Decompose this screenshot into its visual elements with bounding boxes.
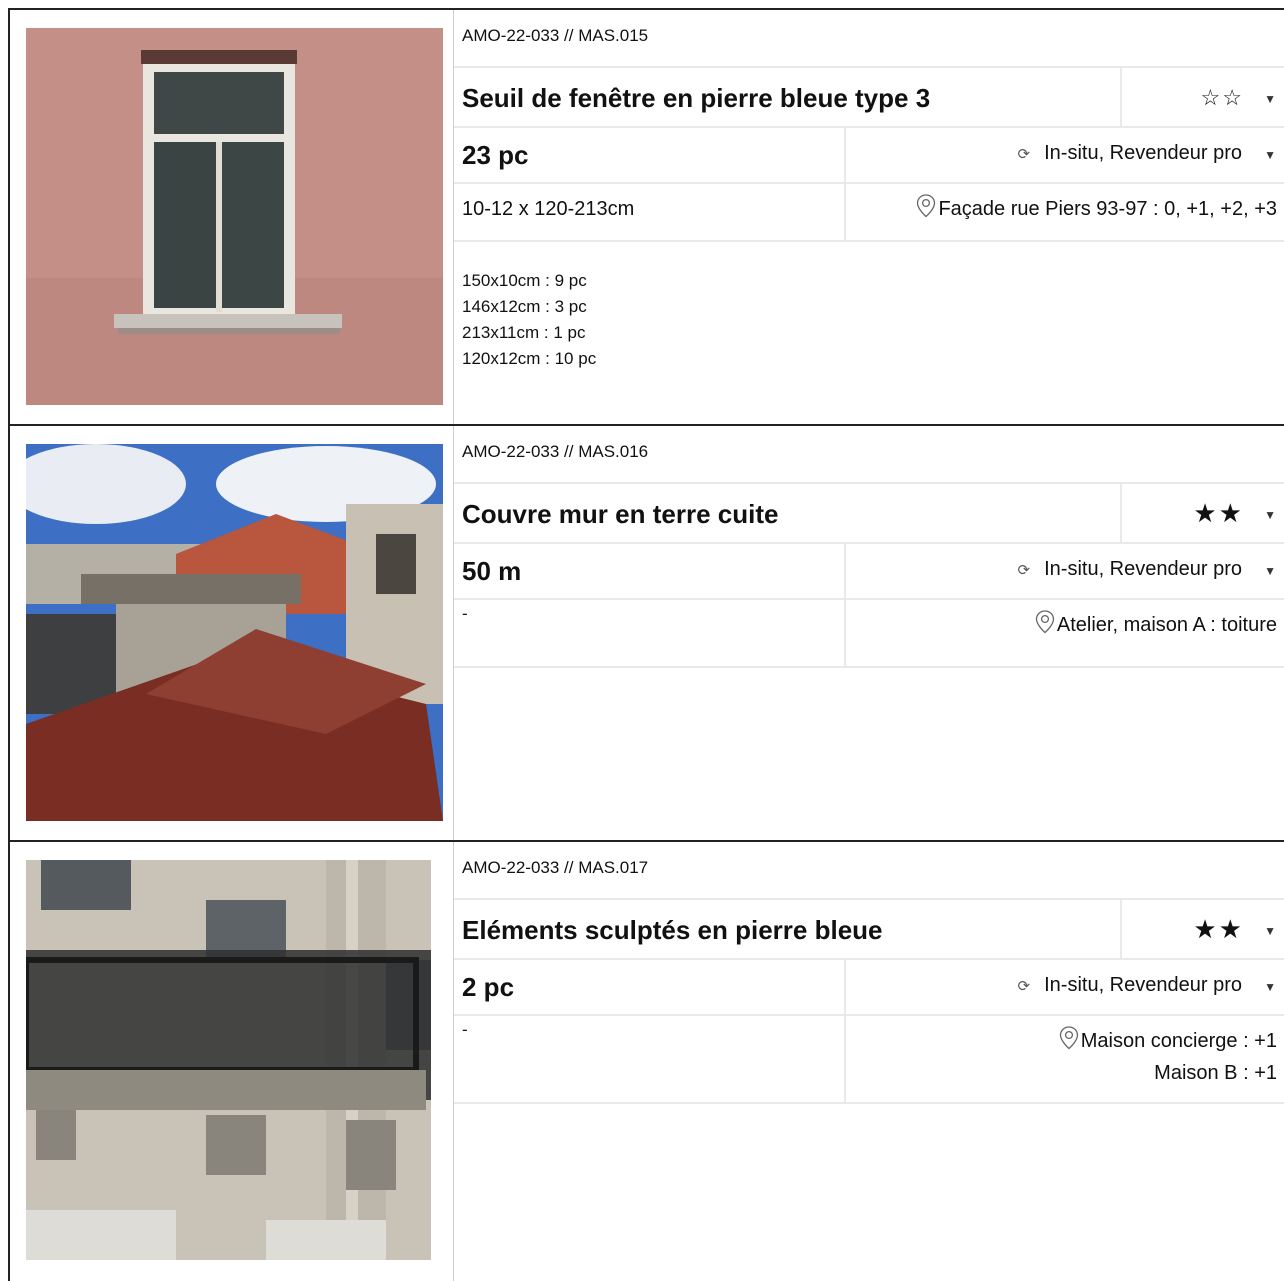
location-line: Façade rue Piers 93-97 : 0, +1, +2, +3 bbox=[938, 198, 1277, 220]
rating-dropdown-caret-icon[interactable]: ▼ bbox=[1264, 92, 1276, 106]
cell-divider bbox=[1120, 68, 1122, 126]
item-title: Seuil de fenêtre en pierre bleue type 3 bbox=[462, 83, 931, 113]
quantity-row: 2 pc ⟳ In-situ, Revendeur pro ▼ bbox=[454, 958, 1284, 1016]
variants-list: 150x10cm : 9 pc 146x12cm : 3 pc 213x11cm… bbox=[462, 268, 596, 372]
item-details: AMO-22-033 // MAS.016 Couvre mur en terr… bbox=[454, 426, 1284, 840]
location-pin-icon bbox=[916, 194, 936, 227]
material-card: AMO-22-033 // MAS.015 Seuil de fenêtre e… bbox=[8, 8, 1284, 424]
item-photo[interactable] bbox=[26, 444, 443, 821]
cell-divider bbox=[844, 542, 846, 598]
availability-label: In-situ, Revendeur pro bbox=[1044, 974, 1242, 996]
title-row: Seuil de fenêtre en pierre bleue type 3 … bbox=[454, 66, 1284, 128]
item-code: AMO-22-033 // MAS.015 bbox=[462, 26, 649, 45]
item-photo[interactable] bbox=[26, 860, 431, 1260]
material-card: AMO-22-033 // MAS.017 Eléments sculptés … bbox=[8, 840, 1284, 1281]
card-left-border bbox=[8, 842, 10, 1281]
availability-dropdown-caret-icon[interactable]: ▼ bbox=[1264, 148, 1276, 162]
location-line: Maison concierge : +1 bbox=[1080, 1030, 1277, 1052]
item-dimensions: - bbox=[462, 604, 468, 623]
item-dimensions: 10-12 x 120-213cm bbox=[462, 198, 635, 220]
location-line: Atelier, maison A : toiture bbox=[1056, 614, 1277, 636]
item-details: AMO-22-033 // MAS.015 Seuil de fenêtre e… bbox=[454, 10, 1284, 424]
rating-stars[interactable]: ★★ bbox=[1193, 498, 1244, 529]
cell-divider bbox=[844, 184, 846, 240]
rating-stars[interactable]: ☆☆ bbox=[1201, 85, 1244, 111]
cell-divider bbox=[844, 600, 846, 666]
refresh-icon: ⟳ bbox=[1017, 145, 1031, 163]
item-title: Eléments sculptés en pierre bleue bbox=[462, 915, 883, 945]
material-card: AMO-22-033 // MAS.016 Couvre mur en terr… bbox=[8, 424, 1284, 840]
quantity-row: 23 pc ⟳ In-situ, Revendeur pro ▼ bbox=[454, 126, 1284, 184]
availability-select[interactable]: ⟳ In-situ, Revendeur pro bbox=[1018, 974, 1242, 997]
cell-divider bbox=[1120, 484, 1122, 542]
item-location: Maison concierge : +1 Maison B : +1 bbox=[1059, 1026, 1277, 1088]
dimensions-row: 10-12 x 120-213cm Façade rue Piers 93-97… bbox=[454, 184, 1284, 242]
title-row: Couvre mur en terre cuite ★★ ▼ bbox=[454, 482, 1284, 544]
variant-line: 213x11cm : 1 pc bbox=[462, 323, 586, 342]
availability-label: In-situ, Revendeur pro bbox=[1044, 558, 1242, 580]
title-row: Eléments sculptés en pierre bleue ★★ ▼ bbox=[454, 898, 1284, 960]
variant-line: 146x12cm : 3 pc bbox=[462, 297, 587, 316]
location-pin-icon bbox=[1059, 1026, 1079, 1059]
cell-divider bbox=[844, 126, 846, 182]
variant-line: 120x12cm : 10 pc bbox=[462, 349, 597, 368]
availability-dropdown-caret-icon[interactable]: ▼ bbox=[1264, 564, 1276, 578]
quantity-row: 50 m ⟳ In-situ, Revendeur pro ▼ bbox=[454, 542, 1284, 600]
dimensions-row: - Maison concierge : +1 Maison B : +1 bbox=[454, 1016, 1284, 1104]
location-line: Maison B : +1 bbox=[1154, 1062, 1277, 1084]
item-location: Façade rue Piers 93-97 : 0, +1, +2, +3 bbox=[916, 194, 1277, 227]
item-photo[interactable] bbox=[26, 28, 443, 405]
rating-stars[interactable]: ★★ bbox=[1193, 914, 1244, 945]
item-details: AMO-22-033 // MAS.017 Eléments sculptés … bbox=[454, 842, 1284, 1281]
item-location: Atelier, maison A : toiture bbox=[1035, 610, 1277, 643]
item-quantity: 2 pc bbox=[462, 972, 515, 1002]
rating-dropdown-caret-icon[interactable]: ▼ bbox=[1264, 508, 1276, 522]
item-title: Couvre mur en terre cuite bbox=[462, 499, 779, 529]
item-code: AMO-22-033 // MAS.016 bbox=[462, 442, 649, 461]
item-quantity: 23 pc bbox=[462, 140, 529, 170]
location-line-wrap: Maison concierge : +1 bbox=[1059, 1026, 1277, 1059]
item-dimensions: - bbox=[462, 1020, 468, 1039]
location-pin-icon bbox=[1035, 610, 1055, 643]
cell-divider bbox=[844, 958, 846, 1014]
item-quantity: 50 m bbox=[462, 556, 522, 586]
dimensions-row: - Atelier, maison A : toiture bbox=[454, 600, 1284, 668]
variant-line: 150x10cm : 9 pc bbox=[462, 271, 587, 290]
availability-select[interactable]: ⟳ In-situ, Revendeur pro bbox=[1018, 142, 1242, 165]
refresh-icon: ⟳ bbox=[1017, 977, 1031, 995]
availability-dropdown-caret-icon[interactable]: ▼ bbox=[1264, 980, 1276, 994]
card-left-border bbox=[8, 10, 10, 424]
item-code: AMO-22-033 // MAS.017 bbox=[462, 858, 649, 877]
cell-divider bbox=[1120, 900, 1122, 958]
card-left-border bbox=[8, 426, 10, 840]
availability-label: In-situ, Revendeur pro bbox=[1044, 142, 1242, 164]
refresh-icon: ⟳ bbox=[1017, 561, 1031, 579]
cell-divider bbox=[844, 1016, 846, 1102]
availability-select[interactable]: ⟳ In-situ, Revendeur pro bbox=[1018, 558, 1242, 581]
rating-dropdown-caret-icon[interactable]: ▼ bbox=[1264, 924, 1276, 938]
